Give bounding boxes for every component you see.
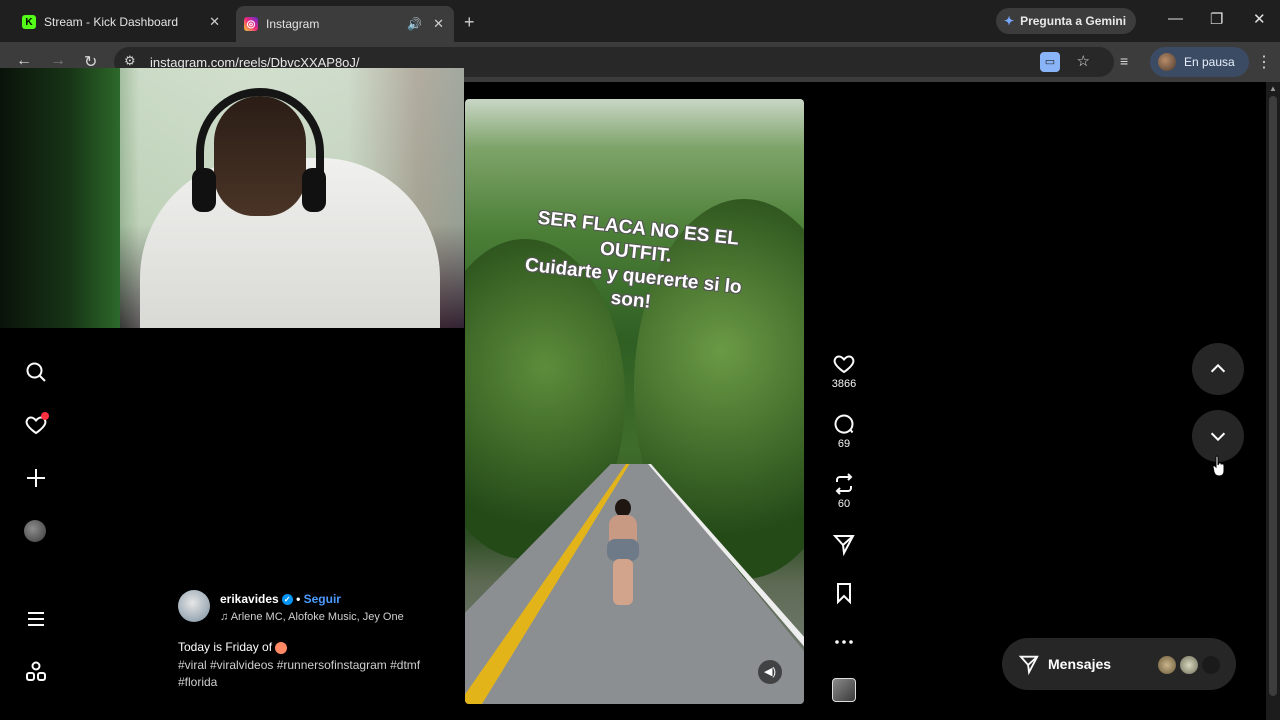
- chevron-up-icon: [1210, 363, 1226, 373]
- bookmark-star-icon[interactable]: ☆: [1077, 52, 1090, 70]
- share-button[interactable]: [820, 532, 868, 556]
- runner: [605, 499, 641, 609]
- kick-icon: K: [22, 15, 36, 29]
- author-username[interactable]: erikavides: [220, 592, 279, 606]
- more-menu-icon[interactable]: [22, 605, 50, 633]
- audio-thumbnail[interactable]: [832, 678, 856, 702]
- repost-count: 60: [837, 498, 851, 510]
- messages-button[interactable]: Mensajes: [1002, 638, 1236, 690]
- share-icon: [832, 535, 855, 556]
- notification-dot: [41, 412, 49, 420]
- messages-label: Mensajes: [1048, 656, 1112, 672]
- scrollbar-thumb[interactable]: [1269, 96, 1277, 696]
- comment-count: 69: [837, 438, 851, 450]
- audio-info[interactable]: ♫ Arlene MC, Alofoke Music, Jey One: [220, 611, 404, 623]
- separator-dot: •: [296, 592, 301, 606]
- message-avatar: [1178, 654, 1200, 676]
- description-text: Today is Friday of: [178, 640, 273, 654]
- music-credits: Arlene MC, Alofoke Music, Jey One: [230, 611, 404, 623]
- hand-cursor-icon: [1212, 455, 1225, 477]
- browser-menu-icon[interactable]: ⋮: [1256, 52, 1272, 72]
- save-button[interactable]: [820, 581, 868, 605]
- instagram-icon: ◎: [244, 17, 258, 31]
- browser-tab-strip: K Stream - Kick Dashboard ✕ ◎ Instagram …: [0, 0, 1280, 42]
- search-icon[interactable]: [22, 358, 50, 386]
- profile-avatar-nav[interactable]: [24, 520, 46, 542]
- tab-title: Stream - Kick Dashboard: [44, 15, 179, 29]
- audio-playing-icon[interactable]: 🔊: [407, 17, 422, 31]
- verified-badge-icon: ✓: [281, 594, 293, 606]
- screen: K Stream - Kick Dashboard ✕ ◎ Instagram …: [0, 0, 1280, 720]
- bookmark-icon: [837, 583, 851, 605]
- site-settings-icon[interactable]: ⚙: [124, 53, 136, 69]
- close-tab-icon[interactable]: ✕: [209, 14, 220, 30]
- gemini-label: Pregunta a Gemini: [1020, 14, 1127, 28]
- minimize-icon[interactable]: —: [1168, 10, 1183, 27]
- also-from-meta-icon[interactable]: [22, 658, 50, 686]
- headphone-cup: [192, 168, 216, 212]
- new-tab-button[interactable]: +: [464, 12, 475, 33]
- music-note-icon: ♫: [220, 611, 229, 623]
- page-scrollbar[interactable]: ▲: [1266, 82, 1280, 720]
- cast-icon[interactable]: ▭: [1040, 52, 1060, 72]
- notifications-heart-icon[interactable]: [22, 411, 50, 439]
- direct-message-icon: [1018, 655, 1039, 675]
- author-username-line: erikavides ✓ • Seguir: [220, 592, 341, 606]
- comment-icon: [834, 414, 854, 434]
- close-window-icon[interactable]: ✕: [1253, 10, 1266, 28]
- profile-label: En pausa: [1184, 55, 1235, 69]
- repost-button[interactable]: 60: [820, 472, 868, 510]
- repost-icon: [835, 473, 853, 495]
- tab-instagram[interactable]: ◎ Instagram 🔊 ✕: [236, 6, 454, 42]
- follow-button[interactable]: Seguir: [304, 592, 341, 606]
- webcam-overlay: [0, 68, 464, 328]
- previous-reel-button[interactable]: [1192, 343, 1244, 395]
- profile-avatar: [1158, 53, 1176, 71]
- restore-icon[interactable]: ❐: [1210, 10, 1223, 28]
- headphone-cup: [302, 168, 326, 212]
- peach-emoji-icon: [275, 641, 288, 654]
- comment-button[interactable]: 69: [820, 412, 868, 450]
- media-controls-icon[interactable]: ≡: [1120, 53, 1128, 69]
- tab-title: Instagram: [266, 17, 320, 31]
- reel-video[interactable]: SER FLACA NO ES EL OUTFIT. Cuidarte y qu…: [465, 99, 804, 704]
- volume-icon[interactable]: ◀): [758, 660, 782, 684]
- heart-icon: [833, 355, 855, 374]
- hashtags[interactable]: #viral #viralvideos #runnersofinstagram …: [178, 657, 428, 691]
- gemini-button[interactable]: ✦ Pregunta a Gemini: [996, 8, 1137, 34]
- more-options-button[interactable]: [820, 630, 868, 654]
- create-plus-icon[interactable]: [22, 464, 50, 492]
- message-avatar: [1156, 654, 1178, 676]
- message-avatar: [1200, 654, 1222, 676]
- scroll-up-arrow-icon[interactable]: ▲: [1269, 84, 1277, 93]
- gemini-icon: ✦: [1004, 14, 1015, 28]
- tab-kick-dashboard[interactable]: K Stream - Kick Dashboard ✕: [8, 6, 230, 38]
- profile-button[interactable]: En pausa: [1150, 47, 1249, 77]
- more-dots-icon: [835, 640, 853, 644]
- like-count: 3866: [831, 378, 857, 390]
- close-tab-icon[interactable]: ✕: [433, 16, 444, 32]
- reel-description: Today is Friday of: [178, 640, 288, 654]
- like-button[interactable]: 3866: [820, 352, 868, 390]
- author-avatar[interactable]: [178, 590, 210, 622]
- chevron-down-icon: [1210, 432, 1226, 442]
